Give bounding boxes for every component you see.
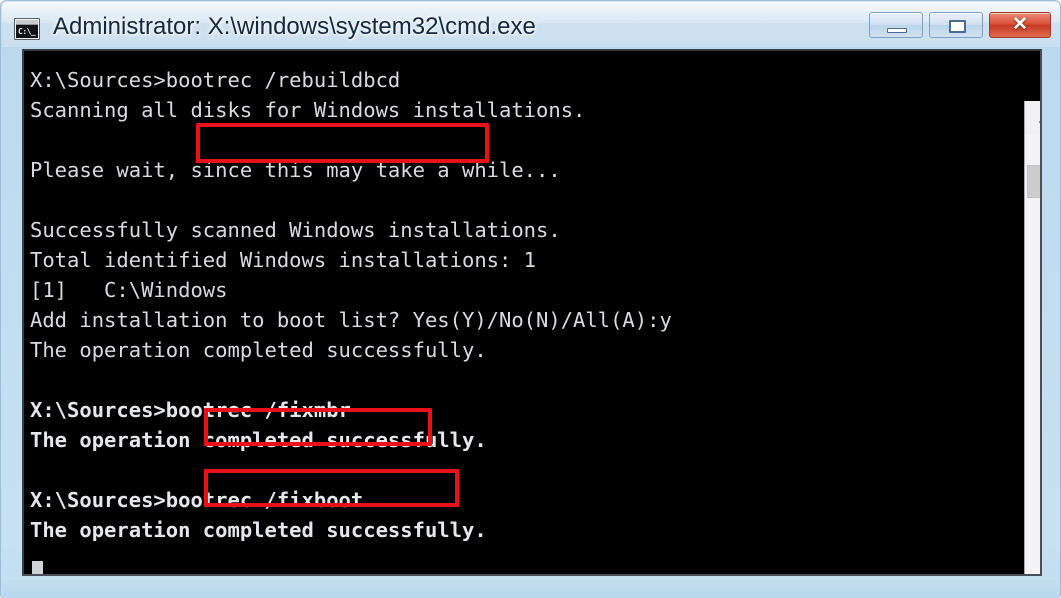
console-output: X:\Sources>bootrec /rebuildbcd Scanning a… (24, 51, 1014, 574)
console-line: The operation completed successfully. (30, 338, 487, 362)
cmd-console-icon[interactable]: C:\_ (14, 18, 40, 40)
console-line: Scanning all disks for Windows installat… (30, 98, 586, 122)
console-line: The operation completed successfully. (30, 518, 487, 542)
console-line: X:\Sources>bootrec /rebuildbcd (30, 68, 401, 92)
maximize-icon (949, 20, 966, 33)
window-bottom-frame (2, 577, 1060, 598)
console-line: X:\Sources>bootrec /fixmbr (30, 398, 351, 422)
console-line: [1] C:\Windows (30, 278, 228, 302)
console-cursor (32, 561, 43, 574)
console-line: Please wait, since this may take a while… (30, 158, 561, 182)
console-scrollbar[interactable]: ∧ ∨ (1024, 101, 1040, 574)
command-prompt-window: C:\_ Administrator: X:\windows\system32\… (0, 0, 1061, 598)
scroll-up-icon[interactable]: ∧ (1025, 101, 1040, 135)
minimize-button[interactable] (869, 12, 923, 38)
console-line: Total identified Windows installations: … (30, 248, 537, 272)
console-line: Add installation to boot list? Yes(Y)/No… (30, 308, 672, 332)
icon-prompt-text: C:\_ (18, 27, 36, 36)
console-line: X:\Sources>bootrec /fixboot (30, 488, 364, 512)
close-icon: ✕ (1012, 14, 1028, 35)
console-client-area[interactable]: X:\Sources>bootrec /rebuildbcd Scanning a… (22, 49, 1042, 576)
console-line: X:\Sources> (30, 575, 1014, 576)
scrollbar-thumb[interactable] (1027, 165, 1040, 198)
scrollbar-track[interactable] (1025, 135, 1040, 574)
console-line: Successfully scanned Windows installatio… (30, 218, 561, 242)
console-line: The operation completed successfully. (30, 428, 487, 452)
window-title: Administrator: X:\windows\system32\cmd.e… (53, 13, 536, 40)
minimize-icon (887, 28, 907, 33)
close-button[interactable]: ✕ (989, 12, 1051, 38)
maximize-button[interactable] (929, 12, 983, 38)
title-bar[interactable]: C:\_ Administrator: X:\windows\system32\… (1, 1, 1061, 49)
